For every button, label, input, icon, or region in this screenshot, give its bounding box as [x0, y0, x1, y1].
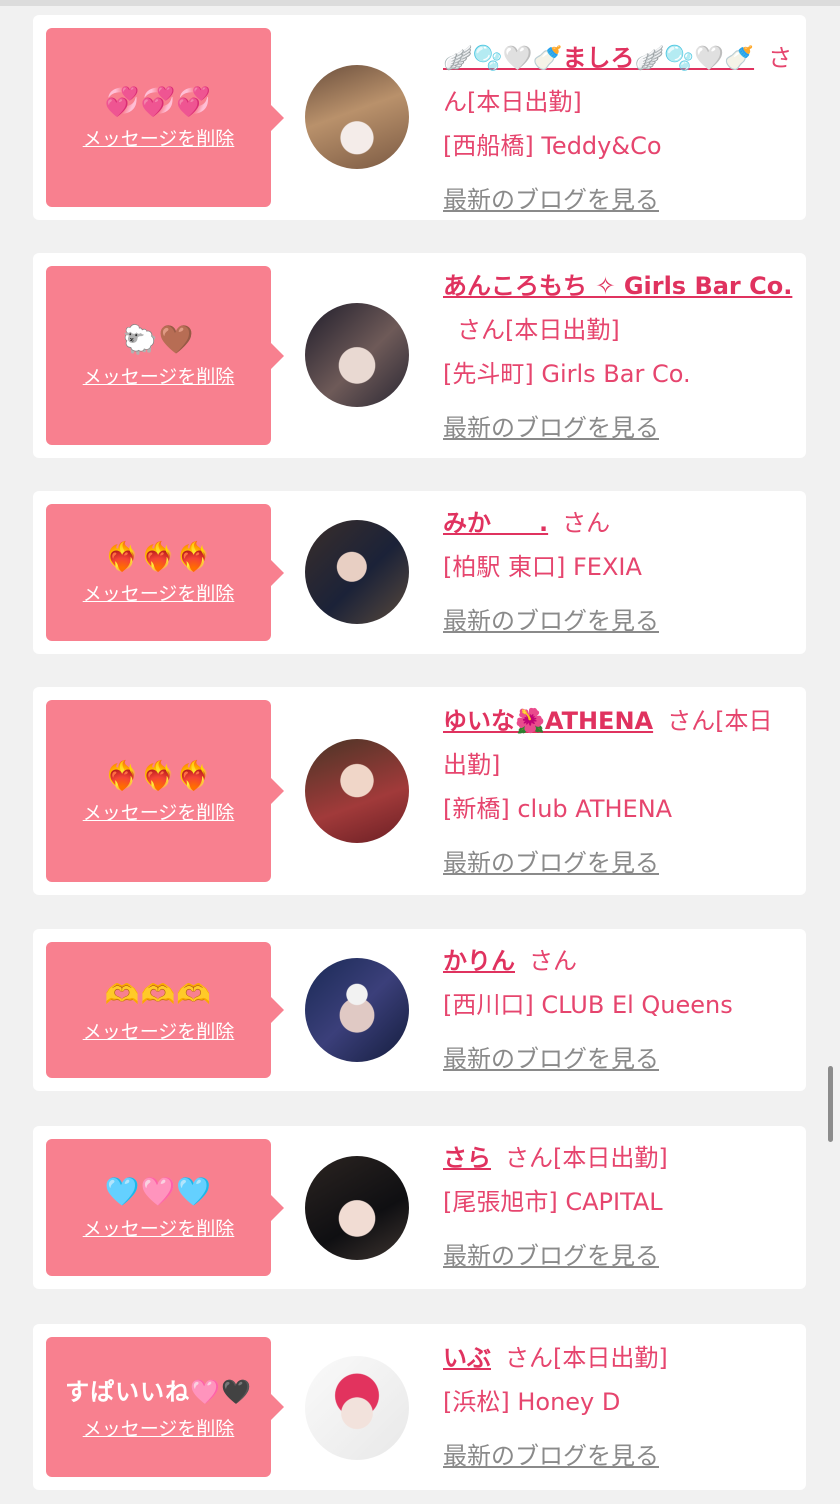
- avatar[interactable]: [305, 520, 409, 624]
- cast-name-link[interactable]: みか .: [443, 509, 548, 537]
- message-text: 🩵🩷🩵: [104, 1175, 213, 1208]
- cast-name-link[interactable]: ゆいな🌺ATHENA: [443, 707, 653, 735]
- shop-label: [西船橋] Teddy&Co: [443, 132, 662, 160]
- avatar[interactable]: [305, 65, 409, 169]
- avatar[interactable]: [305, 739, 409, 843]
- blog-link[interactable]: 最新のブログを見る: [443, 178, 795, 222]
- avatar[interactable]: [305, 1156, 409, 1260]
- delete-message-link[interactable]: メッセージを削除: [83, 124, 235, 151]
- san-label: さん: [667, 707, 716, 735]
- cast-info: あんころもち ✧ Girls Bar Co. さん[本日出勤] [先斗町] Gir…: [443, 264, 795, 450]
- san-label: さん: [505, 1144, 553, 1172]
- cast-info: さら さん[本日出勤] [尾張旭市] CAPITAL 最新のブログを見る: [443, 1136, 795, 1278]
- blog-link[interactable]: 最新のブログを見る: [443, 1434, 795, 1478]
- shop-label: [柏駅 東口] FEXIA: [443, 553, 642, 581]
- cast-info: みか . さん [柏駅 東口] FEXIA 最新のブログを見る: [443, 501, 795, 643]
- delete-message-link[interactable]: メッセージを削除: [83, 1214, 235, 1241]
- status-badge: [本日出勤]: [505, 316, 620, 344]
- shop-label: [先斗町] Girls Bar Co.: [443, 360, 691, 388]
- blog-link[interactable]: 最新のブログを見る: [443, 599, 795, 643]
- cast-info: いぶ さん[本日出勤] [浜松] Honey D 最新のブログを見る: [443, 1336, 795, 1478]
- shop-label: [尾張旭市] CAPITAL: [443, 1188, 663, 1216]
- shop-label: [西川口] CLUB El Queens: [443, 991, 733, 1019]
- blog-link[interactable]: 最新のブログを見る: [443, 1037, 795, 1081]
- message-bubble: ❤️‍🔥❤️‍🔥❤️‍🔥 メッセージを削除: [46, 504, 284, 641]
- message-card: ❤️‍🔥❤️‍🔥❤️‍🔥 メッセージを削除 ゆいな🌺ATHENA さん[本日出勤]…: [33, 687, 806, 895]
- message-card: 🐑🤎 メッセージを削除 あんころもち ✧ Girls Bar Co. さん[本日出…: [33, 253, 806, 458]
- cast-name-link[interactable]: 🪽🫧🤍🍼ましろ🪽🫧🤍🍼: [443, 44, 754, 72]
- status-badge: [本日出勤]: [553, 1344, 668, 1372]
- cast-name-link[interactable]: いぶ: [443, 1344, 491, 1372]
- blog-link[interactable]: 最新のブログを見る: [443, 841, 795, 885]
- avatar[interactable]: [305, 1356, 409, 1460]
- status-badge: [本日出勤]: [467, 88, 582, 116]
- avatar[interactable]: [305, 303, 409, 407]
- status-badge: [本日出勤]: [553, 1144, 668, 1172]
- message-text: ❤️‍🔥❤️‍🔥❤️‍🔥: [104, 758, 213, 792]
- message-bubble: ❤️‍🔥❤️‍🔥❤️‍🔥 メッセージを削除: [46, 700, 284, 882]
- message-text: 🫶🫶🫶: [104, 977, 213, 1011]
- message-text: ❤️‍🔥❤️‍🔥❤️‍🔥: [104, 540, 213, 573]
- scrollbar-thumb[interactable]: [828, 1066, 833, 1142]
- cast-info: かりん さん [西川口] CLUB El Queens 最新のブログを見る: [443, 939, 795, 1081]
- cast-info: 🪽🫧🤍🍼ましろ🪽🫧🤍🍼 さん[本日出勤] [西船橋] Teddy&Co 最新のブロ…: [443, 36, 795, 222]
- message-card: すぱいいね🩷🖤 メッセージを削除 いぶ さん[本日出勤] [浜松] Honey D…: [33, 1324, 806, 1490]
- delete-message-link[interactable]: メッセージを削除: [83, 798, 235, 825]
- cast-name-link[interactable]: さら: [443, 1144, 491, 1172]
- message-card: ❤️‍🔥❤️‍🔥❤️‍🔥 メッセージを削除 みか . さん [柏駅 東口] FEX…: [33, 491, 806, 654]
- message-text: すぱいいね🩷🖤: [65, 1377, 252, 1406]
- san-label: さん: [457, 316, 505, 344]
- san-label: さん: [529, 947, 577, 975]
- message-bubble: 🫶🫶🫶 メッセージを削除: [46, 942, 284, 1078]
- delete-message-link[interactable]: メッセージを削除: [83, 579, 235, 606]
- delete-message-link[interactable]: メッセージを削除: [83, 1414, 235, 1441]
- message-text: 💞💞💞: [104, 85, 213, 118]
- message-card: 🩵🩷🩵 メッセージを削除 さら さん[本日出勤] [尾張旭市] CAPITAL 最…: [33, 1126, 806, 1289]
- message-bubble: 💞💞💞 メッセージを削除: [46, 28, 284, 207]
- message-text: 🐑🤎: [122, 323, 195, 356]
- cast-info: ゆいな🌺ATHENA さん[本日出勤] [新橋] club ATHENA 最新のブ…: [443, 699, 795, 885]
- message-bubble: 🐑🤎 メッセージを削除: [46, 266, 284, 445]
- message-bubble: すぱいいね🩷🖤 メッセージを削除: [46, 1337, 284, 1477]
- san-label: さん: [505, 1344, 553, 1372]
- cast-name-link[interactable]: かりん: [443, 947, 515, 975]
- delete-message-link[interactable]: メッセージを削除: [83, 1017, 235, 1044]
- top-edge: [0, 0, 840, 6]
- avatar[interactable]: [305, 958, 409, 1062]
- message-card: 🫶🫶🫶 メッセージを削除 かりん さん [西川口] CLUB El Queens …: [33, 929, 806, 1091]
- shop-label: [新橋] club ATHENA: [443, 795, 673, 823]
- san-label: さん: [562, 509, 611, 537]
- cast-name-link[interactable]: あんころもち ✧ Girls Bar Co.: [443, 272, 792, 300]
- message-card: 💞💞💞 メッセージを削除 🪽🫧🤍🍼ましろ🪽🫧🤍🍼 さん[本日出勤] [西船橋] T…: [33, 15, 806, 220]
- delete-message-link[interactable]: メッセージを削除: [83, 362, 235, 389]
- blog-link[interactable]: 最新のブログを見る: [443, 1234, 795, 1278]
- blog-link[interactable]: 最新のブログを見る: [443, 406, 795, 450]
- shop-label: [浜松] Honey D: [443, 1388, 621, 1416]
- message-bubble: 🩵🩷🩵 メッセージを削除: [46, 1139, 284, 1276]
